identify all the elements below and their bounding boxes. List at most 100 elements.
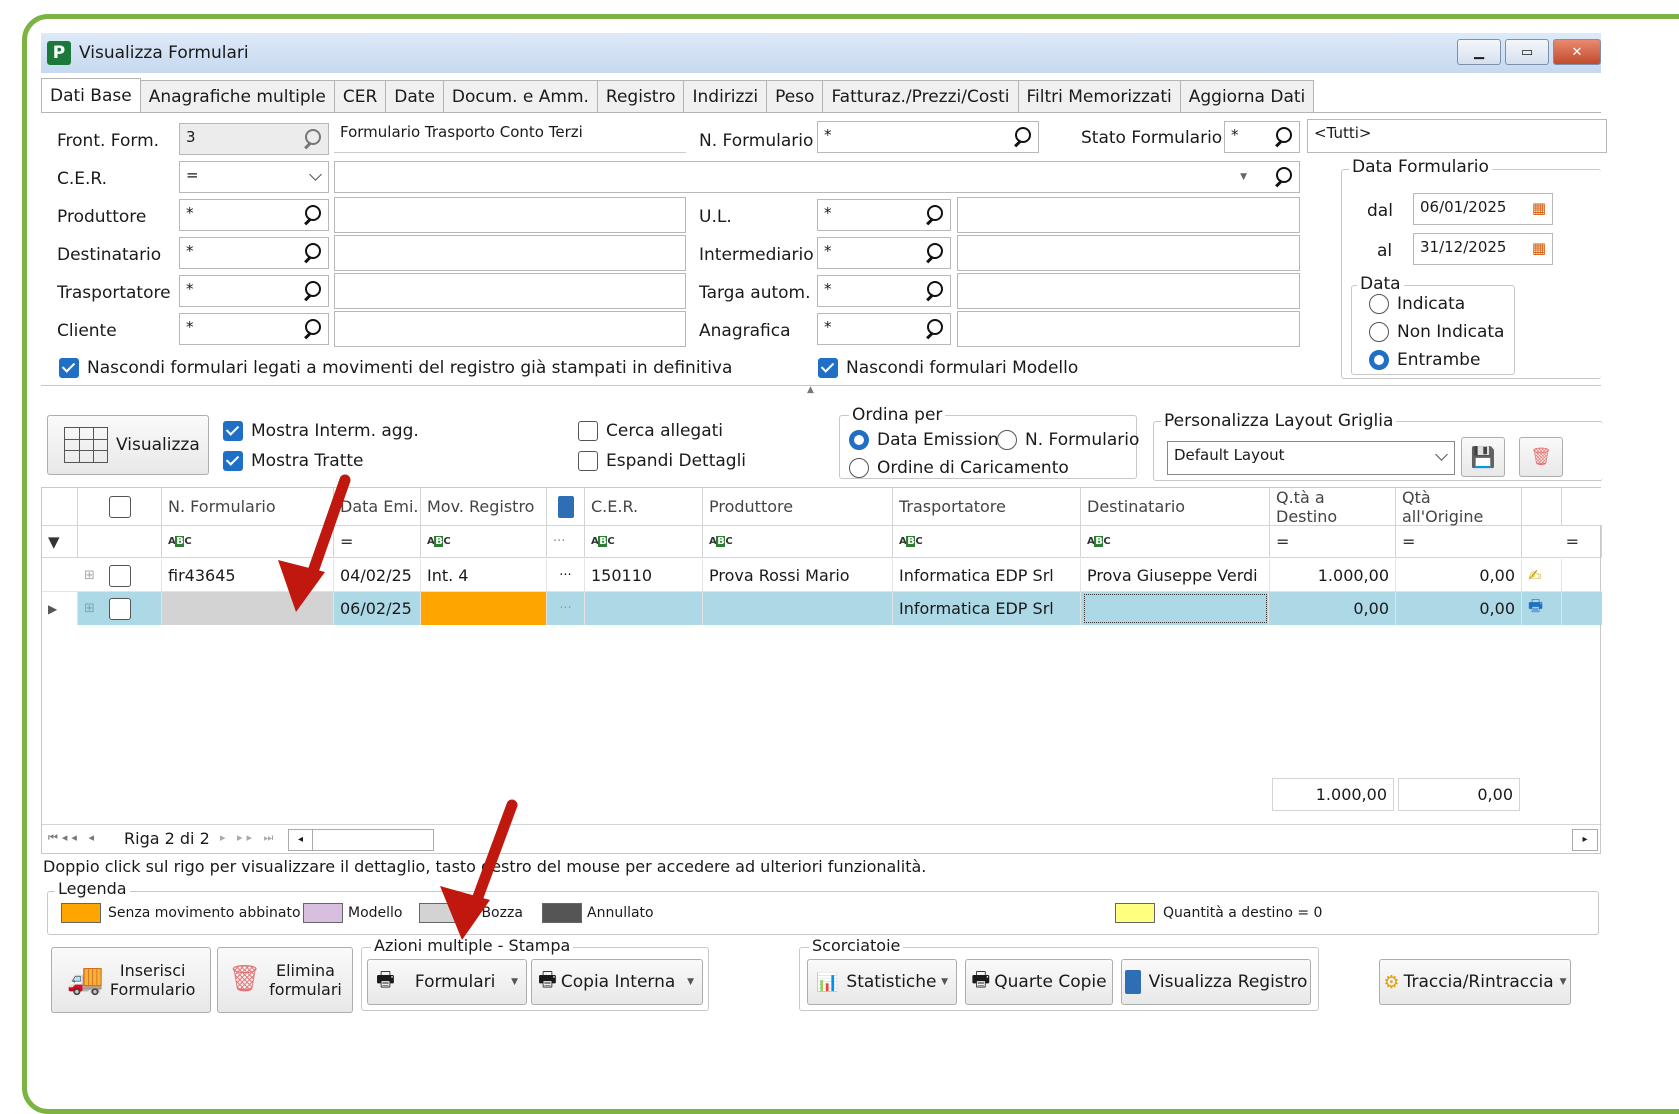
filter-qta-destino[interactable]: = <box>1270 526 1396 558</box>
ul-field[interactable]: * <box>817 199 951 231</box>
filter-trasportatore[interactable]: ABC <box>893 526 1081 558</box>
search-icon[interactable] <box>1273 127 1293 147</box>
tab-aggiorna-dati[interactable]: Aggiorna Dati <box>1179 80 1315 112</box>
row-checkbox[interactable] <box>108 597 131 620</box>
expand-icon[interactable]: ⊞ <box>78 592 162 625</box>
tab-fatturaz-prezzi-costi[interactable]: Fatturaz./Prezzi/Costi <box>822 80 1019 112</box>
search-icon[interactable] <box>1012 127 1032 147</box>
horizontal-scrollbar[interactable]: ◂ <box>288 829 434 851</box>
search-icon[interactable] <box>924 281 944 301</box>
non-indicata-radio[interactable] <box>1369 322 1389 342</box>
nascondi-registro-checkbox[interactable] <box>59 358 79 378</box>
anagrafica-field[interactable]: * <box>817 313 951 345</box>
col-n-formulario[interactable]: N. Formulario <box>162 488 334 526</box>
targa-field[interactable]: * <box>817 275 951 307</box>
filter-extra[interactable]: = <box>1522 526 1602 558</box>
maximize-button[interactable]: ▭ <box>1505 39 1549 65</box>
tab-peso[interactable]: Peso <box>766 80 824 112</box>
statistiche-button[interactable]: 📊 Statistiche ▼ <box>807 959 957 1005</box>
col-extra[interactable] <box>1522 488 1562 526</box>
tab-indirizzi[interactable]: Indirizzi <box>683 80 768 112</box>
tab-date[interactable]: Date <box>385 80 444 112</box>
tab-docum-e-amm[interactable]: Docum. e Amm. <box>442 80 598 112</box>
col-book[interactable] <box>547 488 585 526</box>
cerca-allegati-checkbox[interactable] <box>578 421 598 441</box>
produttore-field[interactable]: * <box>179 199 329 231</box>
al-date-field[interactable]: 31/12/2025 ▦ <box>1413 233 1553 265</box>
ordine-caricamento-radio[interactable] <box>849 458 869 478</box>
nav-first-prev-icons[interactable]: ⏮◂◂ ◂ <box>48 831 98 845</box>
printer-icon[interactable]: 🖶 <box>1522 592 1562 625</box>
col-qta-origine[interactable]: Qtà all'Origine <box>1396 488 1522 526</box>
destinatario-field[interactable]: * <box>179 237 329 269</box>
cer-field[interactable]: ▼ <box>334 161 1300 193</box>
data-emissione-radio[interactable] <box>849 430 869 450</box>
trasportatore-field[interactable]: * <box>179 275 329 307</box>
calendar-icon[interactable]: ▦ <box>1532 239 1546 257</box>
inserisci-formulario-button[interactable]: 🚚 Inserisci Formulario <box>51 947 211 1013</box>
row-checkbox[interactable] <box>108 564 131 587</box>
nav-next-last-icons[interactable]: ▸ ▸▸ ⏭ <box>220 831 277 845</box>
col-extra-2[interactable] <box>1562 488 1602 526</box>
layout-select[interactable]: Default Layout <box>1167 441 1455 475</box>
col-destinatario[interactable]: Destinatario <box>1081 488 1270 526</box>
collapse-icon[interactable]: ▲ <box>807 385 814 395</box>
front-form-field[interactable]: 3 <box>179 123 329 155</box>
col-trasportatore[interactable]: Trasportatore <box>893 488 1081 526</box>
mostra-interm-checkbox[interactable] <box>223 421 243 441</box>
dropdown-icon[interactable]: ▼ <box>1240 172 1247 182</box>
cliente-field[interactable]: * <box>179 313 329 345</box>
entrambe-radio[interactable] <box>1369 350 1389 370</box>
col-mov-registro[interactable]: Mov. Registro <box>421 488 547 526</box>
expand-icon[interactable]: ⊞ <box>78 559 162 592</box>
filter-cer[interactable]: ABC <box>585 526 703 558</box>
table-row[interactable]: ⊞ fir43645 04/02/25 Int. 4 ··· 150110 Pr… <box>42 559 1602 592</box>
copia-interna-button[interactable]: 🖶 Copia Interna ▼ <box>531 959 703 1005</box>
col-cer[interactable]: C.E.R. <box>585 488 703 526</box>
tab-registro[interactable]: Registro <box>596 80 685 112</box>
search-icon[interactable] <box>1273 167 1293 187</box>
filter-book[interactable]: ··· <box>547 526 585 558</box>
delete-layout-button[interactable]: 🗑 <box>1519 437 1563 477</box>
save-layout-button[interactable]: 💾 <box>1461 437 1505 477</box>
filter-n-formulario[interactable]: ABC <box>162 526 334 558</box>
scroll-right-button[interactable]: ▸ <box>1572 829 1598 851</box>
stato-field[interactable]: * <box>1224 121 1300 153</box>
select-all-checkbox[interactable] <box>108 495 131 518</box>
pen-icon[interactable]: ✍ <box>1522 559 1562 592</box>
search-icon[interactable] <box>302 205 322 225</box>
indicata-radio[interactable] <box>1369 294 1389 314</box>
elimina-formulari-button[interactable]: 🗑 Elimina formulari <box>217 947 353 1013</box>
col-data-emi[interactable]: Data Emi. <box>334 488 421 526</box>
n-formulario-radio[interactable] <box>997 430 1017 450</box>
filter-qta-origine[interactable]: = <box>1396 526 1522 558</box>
search-icon[interactable] <box>924 243 944 263</box>
n-formulario-field[interactable]: * <box>817 121 1039 153</box>
col-qta-destino[interactable]: Q.tà a Destino <box>1270 488 1396 526</box>
cer-operator-select[interactable]: = <box>179 161 329 193</box>
filter-data-emi[interactable]: = <box>334 526 421 558</box>
search-icon[interactable] <box>302 319 322 339</box>
filter-mov-registro[interactable]: ABC <box>421 526 547 558</box>
close-button[interactable]: ✕ <box>1553 39 1601 65</box>
dal-date-field[interactable]: 06/01/2025 ▦ <box>1413 193 1553 225</box>
table-row-selected[interactable]: ▶ ⊞ 06/02/25 ··· Informatica EDP Srl 0,0… <box>42 592 1602 625</box>
cell-dots[interactable]: ··· <box>547 559 585 592</box>
tab-cer[interactable]: CER <box>333 80 387 112</box>
visualizza-button[interactable]: Visualizza <box>47 415 209 475</box>
intermediario-field[interactable]: * <box>817 237 951 269</box>
search-icon[interactable] <box>302 281 322 301</box>
visualizza-registro-button[interactable]: Visualizza Registro <box>1121 959 1311 1005</box>
calendar-icon[interactable]: ▦ <box>1532 199 1546 217</box>
search-icon[interactable] <box>302 243 322 263</box>
nascondi-modello-checkbox[interactable] <box>818 358 838 378</box>
search-icon[interactable] <box>924 205 944 225</box>
tab-dati-base[interactable]: Dati Base <box>41 78 141 112</box>
cell-dots[interactable]: ··· <box>547 592 585 625</box>
filter-icon[interactable]: ▼ <box>42 526 78 558</box>
filter-destinatario[interactable]: ABC <box>1081 526 1270 558</box>
mostra-tratte-checkbox[interactable] <box>223 451 243 471</box>
tab-filtri-memorizzati[interactable]: Filtri Memorizzati <box>1017 80 1181 112</box>
filter-produttore[interactable]: ABC <box>703 526 893 558</box>
espandi-dettagli-checkbox[interactable] <box>578 451 598 471</box>
